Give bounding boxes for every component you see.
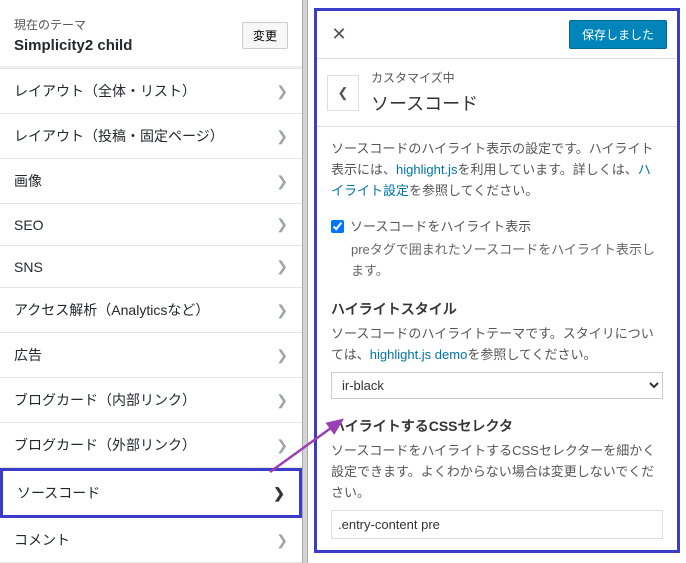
chevron-right-icon: ❯ <box>276 347 288 364</box>
back-button[interactable]: ❮ <box>327 75 359 111</box>
menu-item-comments[interactable]: コメント ❯ <box>0 518 302 563</box>
customize-panel: ✕ 保存しました ❮ カスタマイズ中 ソースコード ソースコードのハイライト表示… <box>314 8 680 553</box>
chevron-right-icon: ❯ <box>276 173 288 190</box>
chevron-right-icon: ❯ <box>276 437 288 454</box>
chevron-right-icon: ❯ <box>276 392 288 409</box>
menu-label: ブログカード（外部リンク） <box>14 435 196 455</box>
customizer-menu: レイアウト（全体・リスト） ❯ レイアウト（投稿・固定ページ） ❯ 画像 ❯ S… <box>0 68 302 563</box>
menu-label: アクセス解析（Analyticsなど） <box>14 300 209 320</box>
menu-label: 画像 <box>14 171 42 191</box>
style-section-title: ハイライトスタイル <box>331 298 663 320</box>
menu-item-blogcard-external[interactable]: ブログカード（外部リンク） ❯ <box>0 423 302 468</box>
menu-item-seo[interactable]: SEO ❯ <box>0 204 302 246</box>
menu-item-analytics[interactable]: アクセス解析（Analyticsなど） ❯ <box>0 288 302 333</box>
chevron-right-icon: ❯ <box>276 83 288 100</box>
css-selector-input[interactable] <box>331 510 663 539</box>
panel-description: ソースコードのハイライト表示の設定です。ハイライト表示には、highlight.… <box>331 139 663 201</box>
checkbox-label: ソースコードをハイライト表示 <box>350 217 531 238</box>
close-icon[interactable]: ✕ <box>327 24 351 45</box>
current-theme-label: 現在のテーマ <box>14 16 132 33</box>
selector-section-desc: ソースコードをハイライトするCSSセレクターを細かく設定できます。よくわからない… <box>331 441 663 503</box>
chevron-right-icon: ❯ <box>276 302 288 319</box>
chevron-left-icon: ❮ <box>338 85 349 101</box>
selector-section-title: ハイライトするCSSセレクタ <box>331 415 663 437</box>
checkbox-description: preタグで囲まれたソースコードをハイライト表示します。 <box>351 240 663 282</box>
menu-item-image[interactable]: 画像 ❯ <box>0 159 302 204</box>
highlight-style-select[interactable]: ir-black <box>331 372 663 399</box>
theme-header: 現在のテーマ Simplicity2 child 変更 <box>0 0 302 66</box>
highlight-enable-checkbox[interactable] <box>331 220 344 233</box>
style-section-desc: ソースコードのハイライトテーマです。スタイリについては、highlight.js… <box>331 324 663 366</box>
chevron-right-icon: ❯ <box>276 128 288 145</box>
chevron-right-icon: ❯ <box>276 258 288 275</box>
menu-label: SNS <box>14 259 43 275</box>
chevron-right-icon: ❯ <box>273 485 285 502</box>
highlightjs-link[interactable]: highlight.js <box>396 162 457 177</box>
breadcrumb-context: カスタマイズ中 <box>371 69 478 86</box>
menu-item-layout-overall[interactable]: レイアウト（全体・リスト） ❯ <box>0 68 302 114</box>
chevron-right-icon: ❯ <box>276 216 288 233</box>
change-theme-button[interactable]: 変更 <box>242 22 288 49</box>
menu-label: レイアウト（投稿・固定ページ） <box>14 126 224 146</box>
menu-label: ソースコード <box>17 483 100 503</box>
theme-name: Simplicity2 child <box>14 37 132 54</box>
menu-label: コメント <box>14 530 70 550</box>
save-button[interactable]: 保存しました <box>569 20 667 49</box>
menu-label: レイアウト（全体・リスト） <box>14 81 196 101</box>
menu-label: ブログカード（内部リンク） <box>14 390 196 410</box>
menu-item-source-code[interactable]: ソースコード ❯ <box>0 468 302 518</box>
highlightjs-demo-link[interactable]: highlight.js demo <box>370 347 468 362</box>
menu-item-layout-post[interactable]: レイアウト（投稿・固定ページ） ❯ <box>0 114 302 159</box>
chevron-right-icon: ❯ <box>276 532 288 549</box>
highlight-enable-row[interactable]: ソースコードをハイライト表示 <box>331 217 663 238</box>
panel-title: ソースコード <box>371 90 478 116</box>
menu-label: 広告 <box>14 345 42 365</box>
menu-item-sns[interactable]: SNS ❯ <box>0 246 302 288</box>
menu-label: SEO <box>14 217 44 233</box>
menu-item-blogcard-internal[interactable]: ブログカード（内部リンク） ❯ <box>0 378 302 423</box>
menu-item-ads[interactable]: 広告 ❯ <box>0 333 302 378</box>
